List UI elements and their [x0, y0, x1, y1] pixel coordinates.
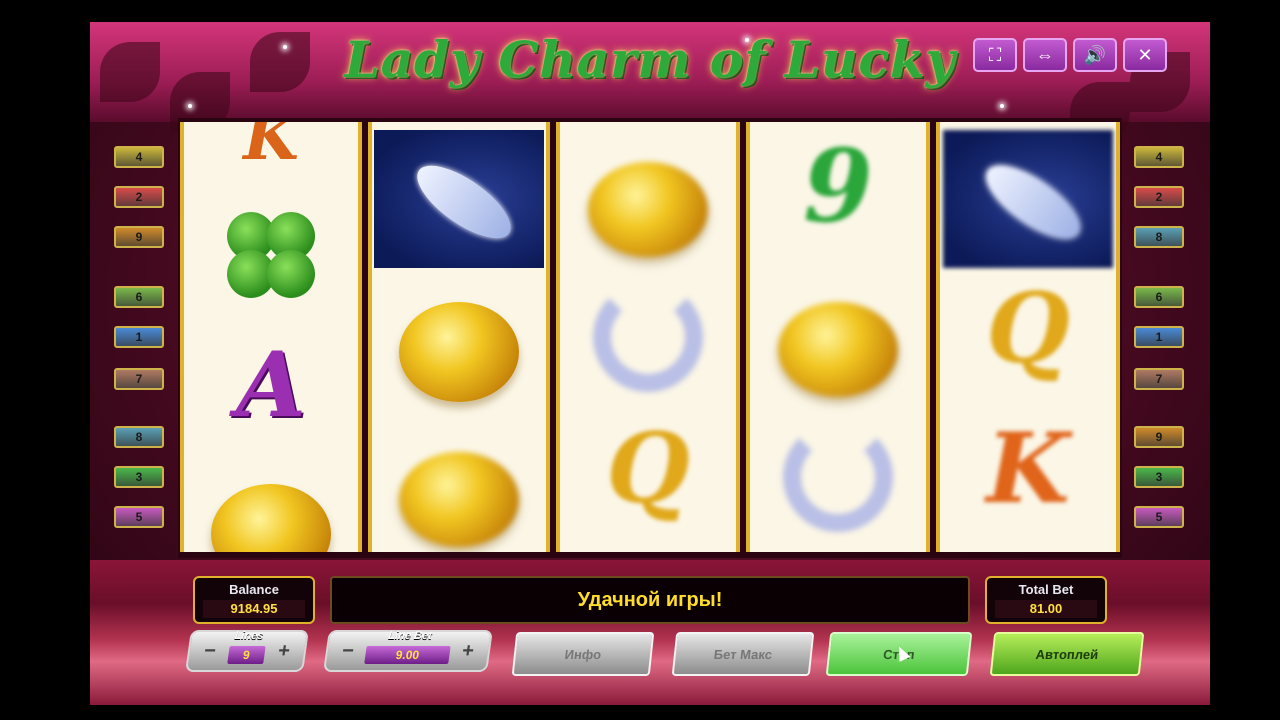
horseshoe-symbol: [593, 282, 703, 392]
reel-4: 9: [746, 122, 930, 552]
line-bet-increase-button[interactable]: +: [454, 640, 481, 664]
lines-increase-button[interactable]: +: [270, 640, 297, 664]
lines-label: Lines: [233, 630, 265, 642]
close-icon: ✕: [1137, 44, 1153, 65]
game-title: Lady Charm of Lucky: [344, 30, 956, 89]
amulet-symbol: [374, 130, 544, 268]
reel-symbol: K: [986, 412, 1070, 525]
left-line-indicator[interactable]: 1: [114, 326, 164, 348]
right-line-indicator[interactable]: 2: [1134, 186, 1184, 208]
right-line-indicator[interactable]: 5: [1134, 506, 1184, 528]
reel-symbol: K: [243, 122, 299, 175]
autoplay-button[interactable]: Автоплей: [989, 632, 1145, 676]
balance-label: Balance: [229, 582, 279, 597]
left-line-indicator[interactable]: 6: [114, 286, 164, 308]
info-button[interactable]: Инфо: [511, 632, 655, 676]
left-line-indicator[interactable]: 8: [114, 426, 164, 448]
coin-symbol: [211, 484, 331, 552]
total-bet-box: Total Bet 81.00: [985, 576, 1107, 624]
right-line-indicator[interactable]: 9: [1134, 426, 1184, 448]
message-display: Удачной игры!: [330, 576, 970, 624]
line-bet-stepper[interactable]: − Line Bet 9.00 +: [323, 630, 493, 672]
reel-symbol: 9: [803, 127, 873, 245]
reel-symbol: A: [236, 332, 306, 438]
coin-symbol: [588, 162, 708, 257]
lines-value: 9: [227, 646, 266, 664]
reel-2: [368, 122, 550, 552]
total-bet-value: 81.00: [995, 600, 1097, 618]
reel-symbol: Q: [986, 272, 1070, 385]
horseshoe-symbol: [783, 422, 893, 532]
reel-1: K A: [180, 122, 362, 552]
coin-symbol: [399, 452, 519, 547]
line-bet-decrease-button[interactable]: −: [334, 640, 361, 664]
right-line-indicator[interactable]: 7: [1134, 368, 1184, 390]
right-line-indicator[interactable]: 8: [1134, 226, 1184, 248]
resize-icon: ⇔: [1036, 44, 1054, 65]
coin-symbol: [399, 302, 519, 402]
left-line-indicator[interactable]: 2: [114, 186, 164, 208]
right-line-indicator[interactable]: 4: [1134, 146, 1184, 168]
coin-symbol: [778, 302, 898, 397]
balance-value: 9184.95: [203, 600, 305, 618]
fullscreen-icon: ⛶: [988, 44, 1002, 65]
lines-stepper[interactable]: − Lines 9 +: [185, 630, 309, 672]
decor-leaf: [250, 32, 310, 92]
line-bet-value: 9.00: [364, 646, 451, 664]
sparkle: [283, 45, 287, 49]
reel-3: Q: [556, 122, 740, 552]
total-bet-label: Total Bet: [1018, 582, 1074, 597]
reel-5: Q K: [936, 122, 1120, 552]
decor-leaf: [100, 42, 160, 102]
clover-symbol: [221, 202, 321, 302]
sound-icon: 🔊: [1083, 44, 1107, 65]
sparkle: [188, 104, 192, 108]
right-line-indicator[interactable]: 6: [1134, 286, 1184, 308]
left-line-indicator[interactable]: 7: [114, 368, 164, 390]
sparkle: [1000, 104, 1004, 108]
close-button[interactable]: ✕: [1123, 38, 1167, 72]
sound-button[interactable]: 🔊: [1073, 38, 1117, 72]
bet-max-button[interactable]: Бет Макс: [671, 632, 815, 676]
left-line-indicator[interactable]: 4: [114, 146, 164, 168]
line-bet-label: Line Bet: [387, 630, 433, 642]
amulet-symbol: [943, 130, 1113, 268]
right-line-indicator[interactable]: 1: [1134, 326, 1184, 348]
right-line-indicator[interactable]: 3: [1134, 466, 1184, 488]
reel-symbol: Q: [606, 412, 690, 525]
left-line-indicator[interactable]: 5: [114, 506, 164, 528]
resize-button[interactable]: ⇔: [1023, 38, 1067, 72]
lines-decrease-button[interactable]: −: [196, 640, 223, 664]
fullscreen-button[interactable]: ⛶: [973, 38, 1017, 72]
left-line-indicator[interactable]: 9: [114, 226, 164, 248]
left-line-indicator[interactable]: 3: [114, 466, 164, 488]
balance-box: Balance 9184.95: [193, 576, 315, 624]
